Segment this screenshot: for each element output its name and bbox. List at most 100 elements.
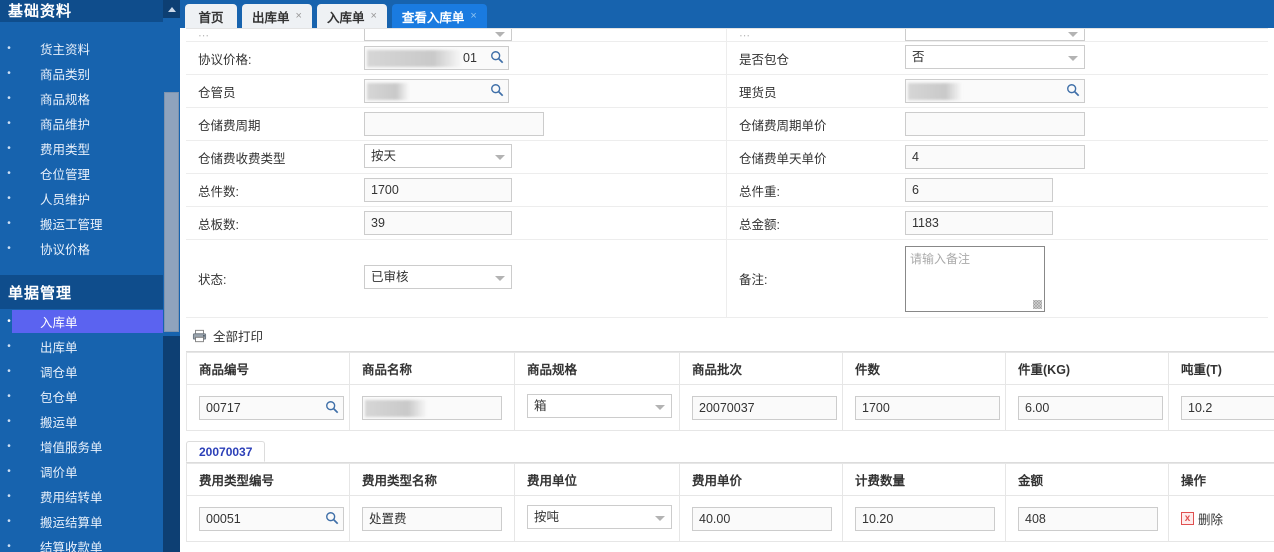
sidebar-item-jiesuanshoukuandan[interactable]: • 结算收款单 — [0, 534, 180, 552]
dantiandanjia-input[interactable]: 4 — [905, 145, 1085, 169]
sidebar-item-feiyongleixing[interactable]: • 费用类型 — [0, 136, 180, 161]
shoufeileixing-select[interactable]: 按天 — [364, 144, 512, 168]
goods-cell-qty: 1700 — [843, 385, 1006, 431]
sidebar-item-shangpinleibie[interactable]: • 商品类别 — [0, 61, 180, 86]
sidebar-item-shangpinweihu[interactable]: • 商品维护 — [0, 111, 180, 136]
form-cell-zongjine: 总金额: 1183 — [727, 207, 1268, 239]
sidebar-item-huozhuziliao[interactable]: • 货主资料 — [0, 36, 180, 61]
goods-table-wrapper: 商品编号 商品名称 商品规格 商品批次 件数 件重(KG) 吨重(T) — [186, 351, 1274, 431]
bullet-icon: • — [0, 367, 18, 377]
scrollbar-thumb[interactable] — [164, 92, 179, 332]
tab-close-icon[interactable]: × — [370, 10, 376, 22]
goods-code-wrapper: 00717 — [199, 396, 344, 420]
sidebar-scrollbar[interactable] — [163, 0, 180, 552]
sidebar-item-chukudan[interactable]: • 出库单 — [0, 334, 180, 359]
form-cell-cangguanyuan: 仓管员 — [186, 75, 727, 107]
form-cell-shoufeileixing: 仓储费收费类型 按天 — [186, 141, 727, 173]
tab-close-icon[interactable]: × — [296, 10, 302, 22]
tab-view-rukudan[interactable]: 查看入库单 × — [392, 4, 487, 28]
fee-cell-action: x 删除 — [1169, 496, 1274, 542]
sidebar-item-banyunjiesuandan[interactable]: • 搬运结算单 — [0, 509, 180, 534]
tab-close-icon[interactable]: × — [470, 10, 476, 22]
sidebar-item-baocangdan[interactable]: • 包仓单 — [0, 384, 180, 409]
goods-tonweight-input[interactable]: 10.2 — [1181, 396, 1274, 420]
sidebar-item-banyungongguanli[interactable]: • 搬运工管理 — [0, 211, 180, 236]
beizhu-textarea[interactable]: 请输入备注 — [905, 246, 1045, 312]
sidebar-item-feiyongjiezhuandan[interactable]: • 费用结转单 — [0, 484, 180, 509]
field-control-lihuoyuan — [905, 79, 1268, 103]
scrollbar-lower-track[interactable] — [163, 336, 180, 552]
zongbanshu-input[interactable]: 39 — [364, 211, 512, 235]
field-control-zongjine: 1183 — [905, 211, 1268, 235]
tab-home[interactable]: 首页 — [185, 4, 237, 28]
tab-rukudan[interactable]: 入库单 × — [317, 4, 387, 28]
cangchufeizhouqidanjia-input[interactable] — [905, 112, 1085, 136]
goods-col-spec: 商品规格 — [515, 353, 680, 385]
shifoubaocang-select[interactable]: 否 — [905, 45, 1085, 69]
goods-qty-input[interactable]: 1700 — [855, 396, 1000, 420]
goods-batch-input[interactable]: 20070037 — [692, 396, 837, 420]
sidebar-item-zengzhifuwudan[interactable]: • 增值服务单 — [0, 434, 180, 459]
field-control-cangchufeizhouqi — [364, 112, 726, 136]
resize-grip-icon[interactable] — [1033, 300, 1042, 309]
scroll-up-arrow-icon[interactable] — [163, 0, 180, 18]
goods-unitweight-input[interactable]: 6.00 — [1018, 396, 1163, 420]
redacted-value-overlay — [365, 400, 427, 417]
main-area: 首页 出库单 × 入库单 × 查看入库单 × — [180, 0, 1274, 552]
chevron-down-icon — [655, 405, 665, 410]
goods-cell-batch: 20070037 — [680, 385, 843, 431]
fee-quantity-input[interactable]: 10.20 — [855, 507, 995, 531]
bullet-icon: • — [0, 119, 18, 129]
delete-button[interactable]: x 删除 — [1181, 509, 1223, 528]
fee-typecode-input[interactable]: 00051 — [199, 507, 344, 531]
field-label-shifoubaocang: 是否包仓 — [727, 49, 905, 68]
goods-cell-spec: 箱 — [515, 385, 680, 431]
zongjianzhong-input[interactable]: 6 — [905, 178, 1053, 202]
sidebar-section-header-documents: 单据管理 — [0, 275, 180, 309]
zongjianshu-input[interactable]: 1700 — [364, 178, 512, 202]
sidebar-item-diaojiadan[interactable]: • 调价单 — [0, 459, 180, 484]
xieyijiage-input[interactable]: 01 — [364, 46, 509, 70]
zongjine-input[interactable]: 1183 — [905, 211, 1053, 235]
search-input-wrapper-cangguanyuan — [364, 79, 509, 103]
clipped-select-left[interactable] — [364, 29, 512, 41]
form-row-price-baocang: 协议价格: 01 — [186, 42, 1268, 75]
goods-col-batch: 商品批次 — [680, 353, 843, 385]
chevron-down-icon — [655, 516, 665, 521]
zhuangtai-select[interactable]: 已审核 — [364, 265, 512, 289]
sidebar-item-label: 商品维护 — [18, 114, 90, 133]
sidebar-item-banyundan[interactable]: • 搬运单 — [0, 409, 180, 434]
goods-code-input[interactable]: 00717 — [199, 396, 344, 420]
sidebar-item-renyuanweihu[interactable]: • 人员维护 — [0, 186, 180, 211]
cangguanyuan-input[interactable] — [364, 79, 509, 103]
goods-col-qty: 件数 — [843, 353, 1006, 385]
fee-subtab-20070037[interactable]: 20070037 — [186, 441, 265, 462]
cangchufeizhouqi-input[interactable] — [364, 112, 544, 136]
printer-icon[interactable] — [192, 329, 207, 343]
field-label-shoufeileixing: 仓储费收费类型 — [186, 148, 364, 167]
print-all-label[interactable]: 全部打印 — [213, 326, 263, 345]
lihuoyuan-input[interactable] — [905, 79, 1085, 103]
sidebar-item-xieyijiage[interactable]: • 协议价格 — [0, 236, 180, 261]
sidebar-item-shangpinguige[interactable]: • 商品规格 — [0, 86, 180, 111]
fee-amount-input[interactable]: 408 — [1018, 507, 1158, 531]
fee-cell-unitprice: 40.00 — [680, 496, 843, 542]
fee-cell-unit: 按吨 — [515, 496, 680, 542]
sidebar-item-diaocangdan[interactable]: • 调仓单 — [0, 359, 180, 384]
sidebar-item-rukudan[interactable]: • 入库单 — [0, 309, 180, 334]
fee-unit-value: 按吨 — [534, 510, 559, 524]
fee-unitprice-input[interactable]: 40.00 — [692, 507, 832, 531]
fee-typename-input[interactable]: 处置费 — [362, 507, 502, 531]
chevron-down-icon — [495, 155, 505, 160]
fee-unit-select[interactable]: 按吨 — [527, 505, 672, 529]
sidebar-item-cangweiguanli[interactable]: • 仓位管理 — [0, 161, 180, 186]
goods-name-input[interactable] — [362, 396, 502, 420]
tab-chukudan[interactable]: 出库单 × — [242, 4, 312, 28]
clipped-ctrl-right — [905, 29, 1085, 42]
goods-spec-select[interactable]: 箱 — [527, 394, 672, 418]
clipped-select-right[interactable] — [905, 29, 1085, 41]
form-cell-clipped-left: ⋯ — [186, 29, 727, 41]
sidebar-item-label: 商品类别 — [18, 64, 90, 83]
fee-table-wrapper: 费用类型编号 费用类型名称 费用单位 费用单价 计费数量 金额 操作 — [186, 463, 1274, 542]
fee-typecode-wrapper: 00051 — [199, 507, 344, 531]
